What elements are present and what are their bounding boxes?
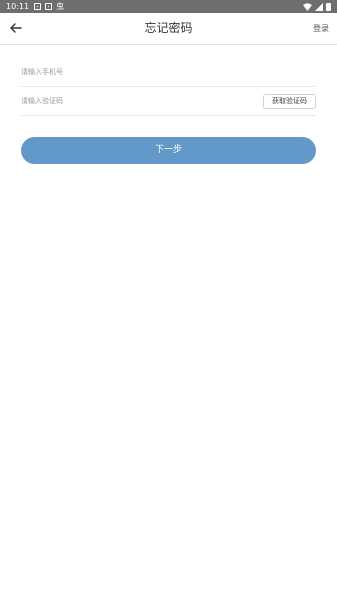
wifi-icon	[303, 2, 312, 11]
phone-input[interactable]	[21, 58, 221, 85]
battery-icon	[326, 2, 331, 11]
next-button[interactable]: 下一步	[21, 137, 316, 164]
phone-field-row	[21, 58, 316, 87]
notification-icons: 虫	[34, 2, 64, 11]
signal-icon	[315, 2, 323, 11]
app-header: 忘记密码 登录	[0, 13, 337, 45]
bug-icon: 虫	[56, 2, 64, 11]
notification-icon	[45, 3, 52, 10]
code-input[interactable]	[21, 87, 221, 114]
login-link[interactable]: 登录	[313, 13, 329, 44]
status-time: 10:11	[6, 2, 30, 11]
notification-icon	[34, 3, 41, 10]
system-icons	[303, 2, 331, 11]
code-field-row: 获取验证码	[21, 87, 316, 116]
page-title: 忘记密码	[144, 21, 193, 35]
status-bar: 10:11 虫	[0, 0, 337, 13]
get-code-button[interactable]: 获取验证码	[263, 94, 316, 109]
